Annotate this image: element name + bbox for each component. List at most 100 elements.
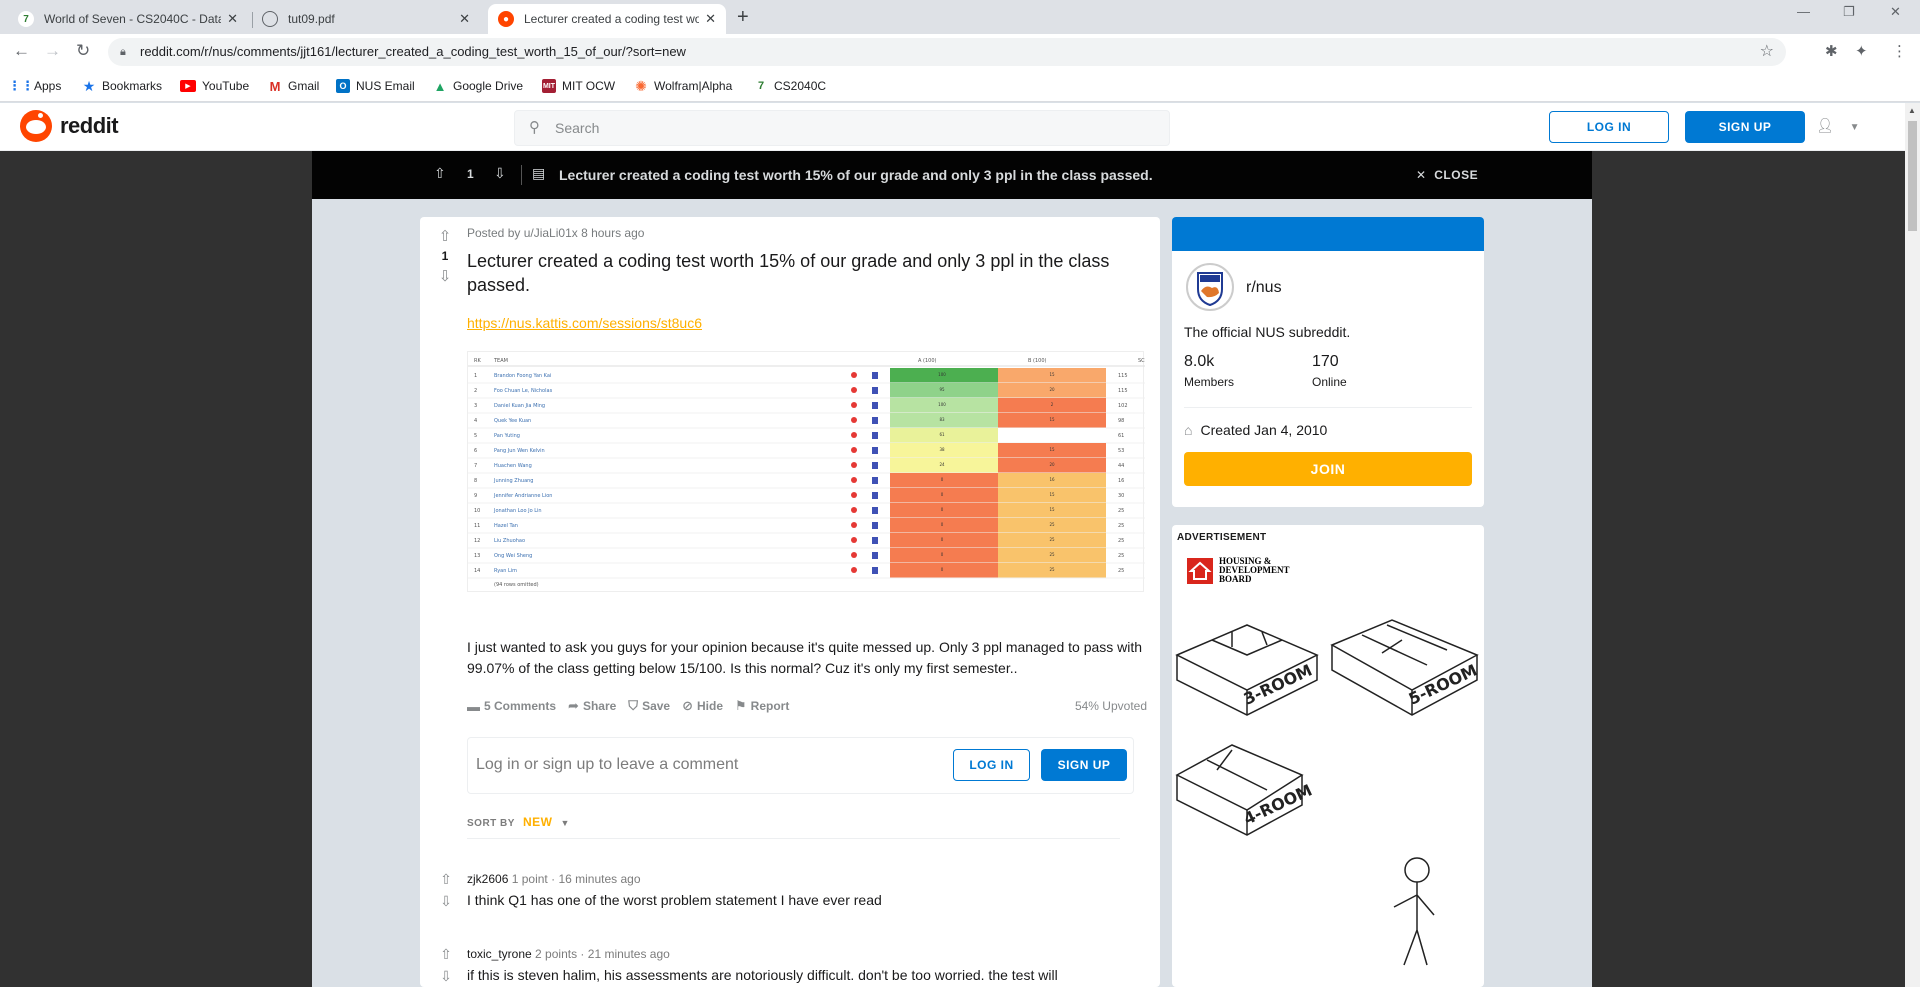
bookmark-mit-ocw[interactable]: MIT MIT OCW: [542, 70, 615, 102]
score-a: 0: [941, 537, 944, 542]
scoreboard-rank: 14: [474, 568, 480, 574]
reddit-header: reddit ⚲ Search LOG IN SIGN UP 👤︎ ▼: [0, 103, 1905, 151]
page-scrollbar[interactable]: ▲: [1905, 103, 1920, 987]
join-button[interactable]: JOIN: [1184, 452, 1472, 486]
extensions-icon[interactable]: ✱: [1825, 42, 1838, 60]
scoreboard-team: Pan Yuting: [494, 433, 520, 439]
search-icon: ⚲: [529, 119, 540, 136]
flag-icon: [851, 432, 857, 438]
tab-tut09[interactable]: tut09.pdf ✕: [252, 4, 480, 34]
scoreboard-header: A (100): [918, 358, 937, 364]
comment-author[interactable]: toxic_tyrone: [467, 947, 532, 961]
score-b: 20: [1049, 387, 1055, 392]
scoreboard-rank: 13: [474, 553, 480, 559]
user-menu[interactable]: 👤︎ ▼: [1816, 117, 1860, 134]
sort-control[interactable]: SORT BY NEW ▼: [467, 815, 570, 829]
tab-world-of-seven[interactable]: 7 World of Seven - CS2040C - Data ✕: [8, 4, 248, 34]
overlay-post-title: Lecturer created a coding test worth 15%…: [559, 167, 1153, 183]
save-button[interactable]: ⛉ Save: [628, 698, 670, 714]
seven-icon: 7: [18, 11, 34, 27]
downvote-icon[interactable]: ⇩: [434, 267, 456, 285]
bookmark-apps[interactable]: ⋮⋮ Apps: [8, 70, 61, 102]
flag-icon: [851, 522, 857, 528]
downvote-icon[interactable]: ⇩: [436, 965, 456, 987]
search-input[interactable]: ⚲ Search: [514, 110, 1170, 146]
advertisement[interactable]: ADVERTISEMENT HOUSING & DEVELOPMENT BOAR…: [1172, 525, 1484, 987]
scoreboard-team: Foo Chuan Le, Nicholas: [494, 388, 553, 394]
scoreboard-team: Jennifer Andrianne Lion: [493, 493, 552, 499]
university-crest-icon: [872, 462, 878, 469]
sort-value: NEW: [522, 815, 553, 829]
close-tab-icon[interactable]: ✕: [459, 11, 470, 27]
score-cell-a: [890, 533, 998, 548]
bookmark-google-drive[interactable]: ▲ Google Drive: [433, 70, 523, 102]
bookmark-bookmarks[interactable]: ★ Bookmarks: [82, 70, 162, 102]
university-crest-icon: [872, 372, 878, 379]
scoreboard-rank: 2: [474, 388, 477, 394]
upvote-icon[interactable]: ⇧: [436, 868, 456, 890]
scoreboard-image[interactable]: RK TEAM A (100) B (100) SCORE 1 Brandon Foong …: [467, 351, 1155, 592]
comment-signup-button[interactable]: SIGN UP: [1041, 749, 1127, 781]
post-link[interactable]: https://nus.kattis.com/sessions/st8uc6: [467, 315, 702, 331]
scoreboard-total: 25: [1118, 568, 1124, 574]
restore-icon[interactable]: ❐: [1843, 4, 1855, 20]
downvote-icon[interactable]: ⇩: [436, 890, 456, 912]
seven-icon: 7: [757, 80, 765, 92]
bookmark-cs2040c[interactable]: 7 CS2040C: [754, 70, 826, 102]
reddit-logo[interactable]: reddit: [20, 110, 119, 142]
subreddit-name[interactable]: r/nus: [1246, 279, 1282, 297]
menu-kebab-icon[interactable]: ⋮: [1892, 42, 1907, 60]
close-tab-icon[interactable]: ✕: [705, 11, 716, 27]
downvote-icon[interactable]: ⇩: [494, 165, 506, 182]
bookmark-star-icon[interactable]: ☆: [1760, 38, 1774, 66]
chevron-down-icon: ▼: [1849, 122, 1860, 133]
bookmark-gmail[interactable]: M Gmail: [268, 70, 320, 102]
close-button[interactable]: ✕ CLOSE: [1416, 168, 1478, 182]
scoreboard-team: Quek Yee Kuan: [494, 418, 531, 424]
scoreboard-total: 16: [1118, 478, 1124, 484]
post-card: ⇧ 1 ⇩ Posted by u/JiaLi01x 8 hours ago L…: [420, 217, 1160, 987]
new-tab-button[interactable]: +: [737, 4, 749, 30]
score-cell-b: [998, 428, 1106, 443]
bookmark-youtube[interactable]: ▶ YouTube: [180, 70, 249, 102]
reload-icon[interactable]: ↻: [76, 41, 90, 61]
bookmarks-bar: ⋮⋮ Apps ★ Bookmarks ▶ YouTube M Gmail O …: [0, 70, 1920, 102]
score-b: 25: [1049, 537, 1055, 542]
report-button[interactable]: ⚑ Report: [735, 698, 789, 714]
score-b: 2: [1051, 402, 1054, 407]
bookmark-wolfram-alpha[interactable]: ✺ Wolfram|Alpha: [634, 70, 732, 102]
scoreboard-total: 25: [1118, 538, 1124, 544]
comment-author[interactable]: zjk2606: [467, 872, 508, 886]
comment-login-button[interactable]: LOG IN: [953, 749, 1030, 781]
forward-icon[interactable]: →: [44, 41, 61, 61]
mit-icon: MIT: [542, 79, 556, 93]
scrollbar-thumb[interactable]: [1908, 121, 1917, 231]
profile-extension-icon[interactable]: ✦: [1855, 42, 1868, 60]
hide-button[interactable]: ⊘ Hide: [682, 698, 723, 714]
login-button[interactable]: LOG IN: [1549, 111, 1669, 143]
signup-button[interactable]: SIGN UP: [1685, 111, 1805, 143]
comments-button[interactable]: ▬ 5 Comments: [467, 699, 556, 714]
upvote-icon[interactable]: ⇧: [434, 165, 446, 182]
university-crest-icon: [872, 537, 878, 544]
upvote-icon[interactable]: ⇧: [434, 227, 456, 245]
close-window-icon[interactable]: ✕: [1890, 4, 1901, 20]
address-bar[interactable]: 🔒︎ reddit.com/r/nus/comments/jjt161/lect…: [108, 38, 1786, 66]
bookmark-nus-email[interactable]: O NUS Email: [336, 70, 415, 102]
minimize-icon[interactable]: —: [1797, 4, 1810, 19]
score-b: 25: [1049, 522, 1055, 527]
university-crest-icon: [872, 552, 878, 559]
flag-icon: [851, 537, 857, 543]
drive-icon: ▲: [433, 78, 447, 94]
back-icon[interactable]: ←: [13, 41, 30, 61]
scoreboard-total: 61: [1118, 433, 1124, 439]
close-tab-icon[interactable]: ✕: [227, 11, 238, 27]
share-button[interactable]: ➦ Share: [568, 698, 616, 714]
scroll-up-icon[interactable]: ▲: [1908, 106, 1916, 115]
scoreboard-total: 25: [1118, 523, 1124, 529]
scoreboard-footer: (94 rows omitted): [494, 582, 539, 588]
upvote-icon[interactable]: ⇧: [436, 943, 456, 965]
tab-reddit-post[interactable]: ● Lecturer created a coding test wo ✕: [488, 4, 726, 34]
user-icon: 👤︎: [1816, 117, 1834, 133]
score-a: 38: [939, 447, 945, 452]
